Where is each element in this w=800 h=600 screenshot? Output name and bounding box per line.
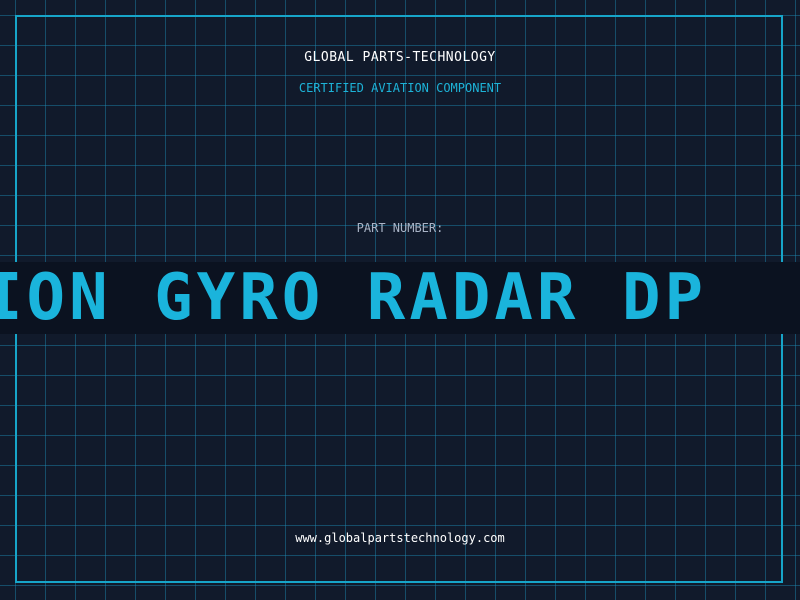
- part-number-value: ION GYRO RADAR DP: [0, 262, 708, 334]
- part-number-label: PART NUMBER:: [356, 221, 444, 235]
- part-number-banner: ION GYRO RADAR DP: [0, 262, 800, 334]
- certificate-panel: GLOBAL PARTS-TECHNOLOGY CERTIFIED AVIATI…: [0, 0, 800, 600]
- company-name: GLOBAL PARTS-TECHNOLOGY: [304, 50, 496, 65]
- website-link[interactable]: www.globalpartstechnology.com: [0, 531, 800, 545]
- certification-subtitle: CERTIFIED AVIATION COMPONENT: [298, 81, 502, 95]
